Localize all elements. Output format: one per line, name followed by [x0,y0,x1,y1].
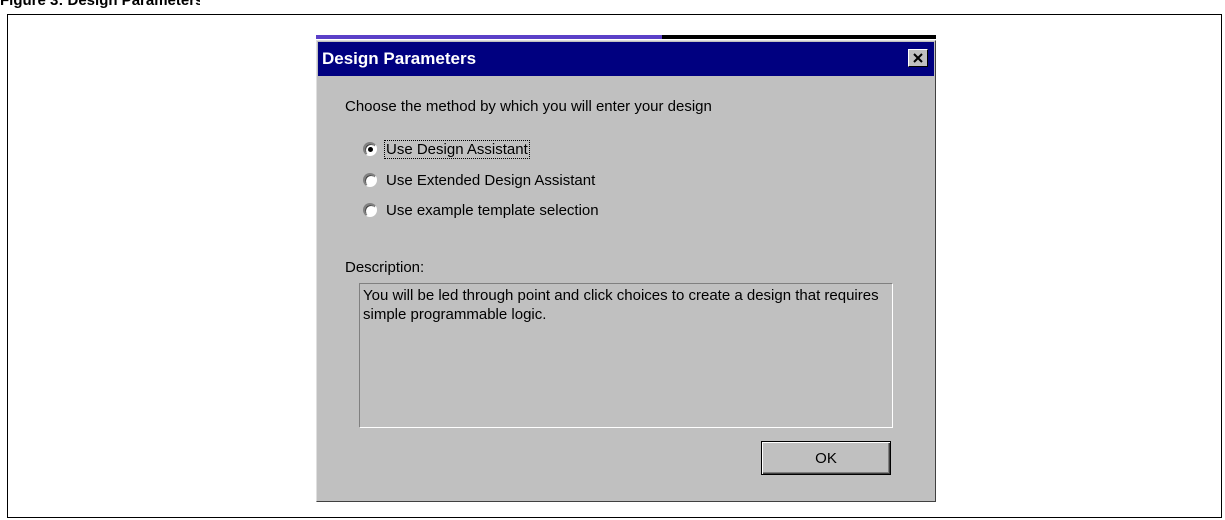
radio-button[interactable] [363,142,377,156]
instructions-text: Choose the method by which you will ente… [345,98,712,115]
close-icon [913,53,923,63]
option-example-template[interactable]: Use example template selection [363,200,600,220]
option-label[interactable]: Use Design Assistant [384,139,530,159]
document-header-text: Figure 3: Design Parameters [0,0,200,8]
option-extended-design-assistant[interactable]: Use Extended Design Assistant [363,170,596,190]
ok-button[interactable]: OK [761,441,891,475]
description-box: You will be led through point and click … [359,283,893,428]
design-parameters-dialog: Design Parameters Choose the method by w… [316,40,936,502]
radio-selected-dot [368,147,373,152]
dialog-titlebar[interactable]: Design Parameters [318,42,934,76]
close-button[interactable] [908,49,928,67]
option-label[interactable]: Use Extended Design Assistant [385,172,596,189]
page: Figure 3: Design Parameters Design Param… [0,0,1225,520]
document-header-clipped: Figure 3: Design Parameters [0,0,200,8]
option-design-assistant[interactable]: Use Design Assistant [363,139,530,159]
background-window-strip [316,35,662,39]
dialog-title: Design Parameters [322,49,477,68]
option-label[interactable]: Use example template selection [385,202,600,219]
radio-button[interactable] [363,173,377,187]
background-window-strip-dark [662,35,936,39]
description-label: Description: [345,259,425,276]
radio-button[interactable] [363,203,377,217]
